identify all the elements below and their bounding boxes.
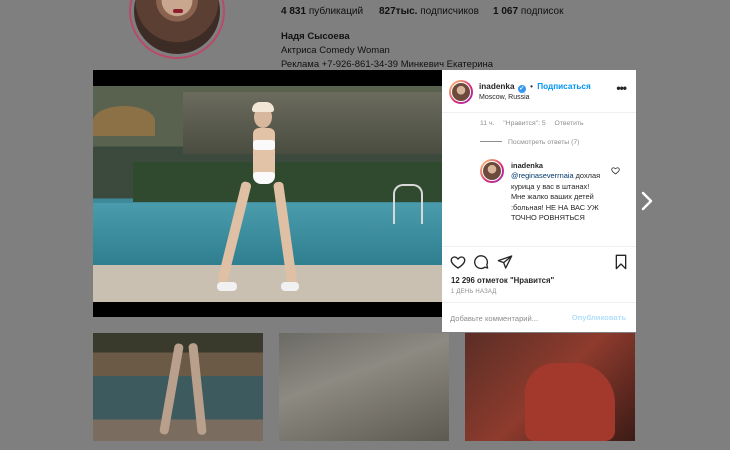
reply-author-username[interactable]: inadenka	[511, 161, 603, 171]
add-comment-section: Опубликовать	[442, 302, 636, 333]
photo-pool-ladder	[393, 184, 423, 224]
grid-thumbnail[interactable]	[465, 333, 635, 441]
model-shoe	[281, 282, 299, 291]
thumb-figure	[159, 342, 184, 436]
post-author-line: inadenka ✓ • Подписаться	[479, 82, 591, 93]
profile-bio: Надя Сысоева Актриса Comedy Woman Реклам…	[281, 30, 493, 72]
grid-thumbnail[interactable]	[93, 333, 263, 441]
avatar-image	[451, 82, 471, 102]
reply-comment: inadenka @reginaseverrnaia дохлая курица…	[511, 161, 603, 223]
reply-author-avatar[interactable]	[480, 159, 504, 183]
grid-thumbnail[interactable]	[279, 333, 449, 441]
replies-line	[480, 141, 502, 142]
post-photo[interactable]	[93, 86, 442, 302]
thumb-figure	[188, 342, 207, 436]
profile-avatar[interactable]	[129, 0, 225, 59]
comment-meta: 11 ч. "Нравится": 5 Ответить	[480, 120, 591, 127]
followers-count: 827тыс.	[379, 6, 418, 17]
post-side-panel: inadenka ✓ • Подписаться Moscow, Russia …	[442, 70, 636, 332]
followers-label: подписчиков	[420, 6, 479, 17]
posts-label: публикаций	[308, 6, 364, 17]
model-swimsuit-bottom	[253, 172, 275, 184]
comment-likes[interactable]: "Нравится": 5	[503, 120, 545, 127]
post-header: inadenka ✓ • Подписаться Moscow, Russia …	[442, 70, 636, 113]
photo-deck	[93, 265, 442, 302]
reply-button[interactable]: Ответить	[555, 120, 584, 127]
post-author-username[interactable]: inadenka	[479, 82, 515, 91]
followers-stat[interactable]: 827тыс. подписчиков	[379, 6, 479, 17]
follow-button[interactable]: Подписаться	[537, 82, 591, 91]
post-photo-frame	[93, 70, 442, 317]
next-post-chevron-icon[interactable]	[640, 191, 654, 211]
comment-input[interactable]	[450, 311, 570, 325]
view-replies-button[interactable]: Посмотреть ответы (7)	[480, 139, 579, 146]
post-likes-count[interactable]: 12 296 отметок "Нравится"	[451, 276, 554, 285]
photo-umbrella	[93, 106, 155, 136]
post-author-avatar[interactable]	[449, 80, 473, 104]
reply-mention[interactable]: @reginaseverrnaia	[511, 171, 574, 180]
like-heart-icon[interactable]	[450, 254, 466, 270]
following-label: подписок	[520, 6, 564, 17]
posts-stat: 4 831 публикаций	[281, 6, 363, 17]
model-cap	[252, 102, 274, 112]
bio-line-1: Актриса Comedy Woman	[281, 45, 390, 56]
post-location[interactable]: Moscow, Russia	[479, 94, 530, 101]
profile-name: Надя Сысоева	[281, 31, 350, 42]
view-replies-label: Посмотреть ответы (7)	[508, 139, 580, 146]
separator-dot: •	[530, 82, 533, 91]
post-timestamp[interactable]: 1 день назад	[451, 289, 497, 295]
comment-bubble-icon[interactable]	[473, 254, 489, 270]
avatar-image	[482, 161, 502, 181]
post-actions: 12 296 отметок "Нравится" 1 день назад О…	[442, 246, 636, 332]
following-stat[interactable]: 1 067 подписок	[493, 6, 563, 17]
avatar-lips	[173, 9, 183, 13]
photo-pool	[93, 203, 442, 265]
posts-count: 4 831	[281, 6, 307, 17]
save-bookmark-icon[interactable]	[613, 254, 629, 270]
following-count: 1 067	[493, 6, 519, 17]
model-swimsuit-top	[253, 140, 275, 150]
comments-section[interactable]: 11 ч. "Нравится": 5 Ответить Посмотреть …	[442, 114, 636, 245]
comment-time[interactable]: 11 ч.	[480, 120, 494, 127]
more-options-icon[interactable]: •••	[616, 82, 627, 94]
verified-badge-icon: ✓	[517, 85, 526, 93]
thumb-figure	[525, 363, 615, 441]
publish-comment-button[interactable]: Опубликовать	[572, 313, 626, 322]
comment-like-heart-icon[interactable]	[611, 166, 620, 175]
model-shoe	[217, 282, 237, 291]
photo-building	[183, 92, 442, 154]
share-paper-plane-icon[interactable]	[497, 254, 513, 270]
